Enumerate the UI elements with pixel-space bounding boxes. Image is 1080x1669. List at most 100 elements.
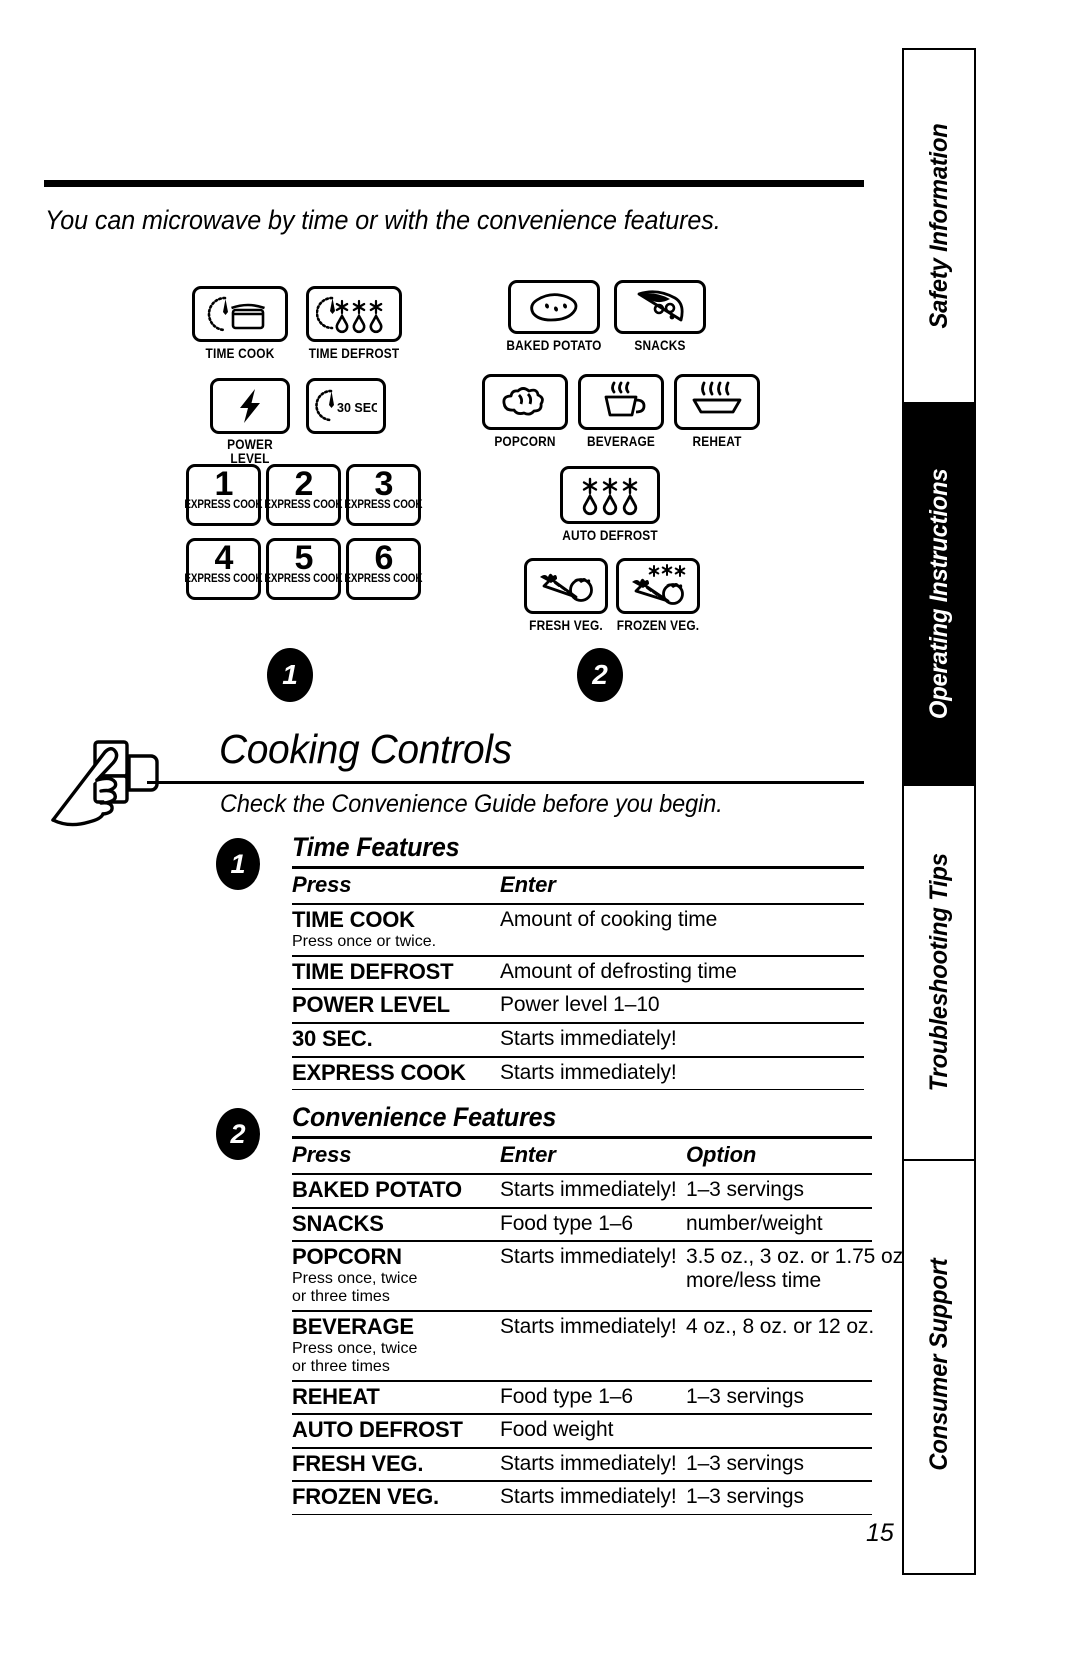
cell-press: EXPRESS COOK — [292, 1059, 466, 1085]
header-option: Option — [686, 1136, 872, 1175]
sidebar-tab-label: Consumer Support — [924, 1258, 953, 1472]
time-features-title: Time Features — [292, 832, 460, 862]
button-power-level[interactable] — [210, 378, 290, 434]
button-30-sec[interactable]: 30 SEC. — [306, 378, 386, 434]
button-popcorn[interactable] — [482, 374, 568, 430]
cell-press: POPCORN — [292, 1244, 402, 1270]
table-row: REHEAT Food type 1–6 1–3 servings — [292, 1379, 872, 1415]
cell-enter: Food type 1–6 — [500, 1211, 633, 1235]
cell-enter: Starts immediately! — [500, 1026, 677, 1050]
sidebar-tab-troubleshooting-tips[interactable]: Troubleshooting Tips — [904, 784, 974, 1159]
cell-press: 30 SEC. — [292, 1025, 373, 1051]
table-row: BAKED POTATO Starts immediately! 1–3 ser… — [292, 1173, 872, 1209]
table-header-row: Press Enter Option — [292, 1136, 872, 1175]
button-label-time-defrost: TIME DEFROST — [308, 346, 400, 361]
express-cook-digit: 3 — [374, 465, 394, 503]
popcorn-icon — [502, 387, 544, 416]
sidebar-tab-label: Safety Information — [924, 123, 953, 329]
frozen-carrot-tomato-icon — [632, 564, 686, 605]
lightning-bolt-icon — [240, 389, 260, 423]
express-cook-digit: 6 — [374, 539, 394, 577]
snowflake-drop-icon — [582, 477, 638, 516]
cell-press-note: Press once or twice. — [292, 932, 437, 950]
steaming-dish-icon — [692, 381, 742, 414]
cell-enter: Starts immediately! — [500, 1485, 677, 1509]
button-label-auto-defrost: AUTO DEFROST — [562, 528, 658, 543]
button-snacks[interactable] — [614, 280, 706, 334]
power-level-label-line1: POWER — [227, 437, 273, 452]
cell-option-note: more/less time — [686, 1269, 822, 1293]
section-tab-sidebar: Safety Information Operating Instruction… — [902, 48, 976, 1575]
button-baked-potato[interactable] — [508, 280, 600, 334]
button-express-cook-4[interactable]: 4 EXPRESS COOK — [184, 538, 263, 600]
convenience-features-block: Convenience Features Press Enter Option … — [292, 1102, 909, 1516]
cell-option: number/weight — [686, 1211, 823, 1235]
button-label-frozen-veg: FROZEN VEG. — [616, 618, 700, 633]
clock-30-sec-icon: 30 SEC. — [315, 389, 377, 422]
express-cook-digit: 5 — [294, 539, 314, 577]
cell-option: 3.5 oz., 3 oz. or 1.75 oz. — [686, 1245, 909, 1269]
time-features-block: Time Features Press Enter TIME COOK Press… — [292, 832, 864, 1091]
button-time-defrost[interactable] — [306, 286, 402, 342]
header-enter: Enter — [500, 1136, 686, 1175]
button-label-reheat: REHEAT — [692, 434, 742, 449]
time-features-table: Press Enter TIME COOK Press once or twice… — [292, 866, 864, 1091]
button-express-cook-3[interactable]: 3 EXPRESS COOK — [344, 464, 423, 526]
button-auto-defrost[interactable] — [560, 466, 660, 524]
express-cook-label: EXPRESS COOK — [344, 499, 423, 512]
carrot-tomato-icon — [540, 573, 593, 602]
table-row: TIME COOK Press once or twice. Amount of … — [292, 903, 864, 957]
section-header: Cooking Controls Check the Convenience G… — [44, 718, 864, 838]
section-rule — [147, 781, 864, 784]
button-fresh-veg[interactable] — [524, 558, 608, 614]
express-cook-label: EXPRESS COOK — [184, 499, 263, 512]
convenience-features-marker: 2 — [216, 1108, 260, 1160]
section-subtitle: Check the Convenience Guide before you b… — [220, 790, 723, 818]
time-features-marker: 1 — [216, 838, 260, 890]
cell-press: POWER LEVEL — [292, 992, 450, 1018]
sidebar-tab-operating-instructions[interactable]: Operating Instructions — [904, 402, 974, 784]
button-express-cook-2[interactable]: 2 EXPRESS COOK — [264, 464, 343, 526]
steaming-cup-icon — [604, 381, 646, 417]
table-row: AUTO DEFROST Food weight — [292, 1413, 872, 1449]
button-express-cook-5[interactable]: 5 EXPRESS COOK — [264, 538, 343, 600]
express-cook-label: EXPRESS COOK — [184, 573, 263, 586]
sidebar-tab-label: Operating Instructions — [924, 468, 953, 720]
table-row: EXPRESS COOK Starts immediately! — [292, 1055, 864, 1091]
express-cook-digit: 4 — [214, 539, 234, 577]
express-cook-label: EXPRESS COOK — [264, 573, 343, 586]
button-time-cook[interactable] — [192, 286, 288, 342]
cell-press-note: Press once, twice or three times — [292, 1339, 418, 1375]
page-title: Cooking Controls — [219, 726, 512, 772]
header-press: Press — [292, 1136, 500, 1175]
clock-food-container-icon — [207, 296, 265, 332]
button-frozen-veg[interactable] — [616, 558, 700, 614]
sidebar-tab-label: Troubleshooting Tips — [924, 853, 953, 1092]
potato-icon — [530, 293, 578, 322]
table-header-row: Press Enter — [292, 866, 864, 905]
step-marker-1-table: 1 — [216, 838, 260, 890]
table-row: POPCORN Press once, twice or three times S… — [292, 1240, 909, 1312]
cell-enter: Amount of cooking time — [500, 908, 718, 931]
table-row: SNACKS Food type 1–6 number/weight — [292, 1206, 872, 1242]
button-express-cook-1[interactable]: 1 EXPRESS COOK — [184, 464, 263, 526]
header-enter: Enter — [500, 866, 864, 905]
table-row: FROZEN VEG. Starts immediately! 1–3 serv… — [292, 1480, 872, 1516]
cell-press: FROZEN VEG. — [292, 1484, 439, 1510]
express-cook-digit: 1 — [214, 465, 234, 503]
pizza-slice-icon — [637, 290, 684, 322]
button-reheat[interactable] — [674, 374, 760, 430]
step-marker-1: 1 — [267, 648, 313, 702]
sidebar-tab-consumer-support[interactable]: Consumer Support — [904, 1159, 974, 1569]
button-label-baked-potato: BAKED POTATO — [506, 338, 602, 353]
top-rule — [44, 180, 864, 187]
sidebar-tab-safety-information[interactable]: Safety Information — [904, 50, 974, 402]
button-label-time-cook: TIME COOK — [205, 346, 275, 361]
cell-enter: Power level 1–10 — [500, 993, 660, 1017]
cell-press: TIME DEFROST — [292, 958, 454, 984]
cell-press: SNACKS — [292, 1210, 384, 1236]
button-express-cook-6[interactable]: 6 EXPRESS COOK — [344, 538, 423, 600]
button-beverage[interactable] — [578, 374, 664, 430]
cell-enter: Starts immediately! — [500, 1314, 677, 1338]
cell-option: 1–3 servings — [686, 1485, 804, 1509]
